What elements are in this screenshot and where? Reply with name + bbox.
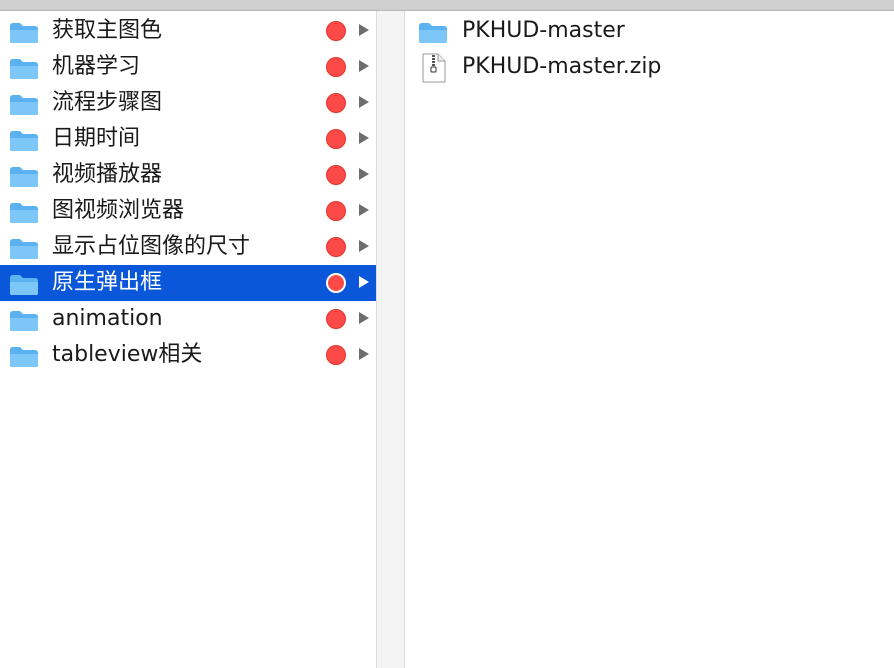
red-tag-dot: [326, 21, 346, 41]
zip-file-icon: [422, 53, 446, 83]
folder-name: 流程步骤图: [52, 90, 163, 115]
folder-icon: [10, 23, 38, 43]
red-tag-dot: [326, 309, 346, 329]
folder-row[interactable]: 机器学习: [0, 49, 376, 85]
disclosure-arrow-icon: [359, 312, 369, 324]
folder-row-selected[interactable]: 原生弹出框: [0, 265, 376, 301]
folder-name: tableview相关: [52, 342, 203, 367]
column-resize-handle[interactable]: [376, 11, 405, 668]
folder-icon: [10, 95, 38, 115]
disclosure-arrow-icon: [359, 132, 369, 144]
disclosure-arrow-icon: [359, 24, 369, 36]
folder-name: 日期时间: [52, 126, 141, 151]
folder-row[interactable]: 图视频浏览器: [0, 193, 376, 229]
folder-row[interactable]: tableview相关: [0, 337, 376, 373]
folder-icon: [10, 131, 38, 151]
folder-name: animation: [52, 306, 163, 331]
red-tag-dot: [326, 57, 346, 77]
folder-icon: [10, 275, 38, 295]
folder-row[interactable]: animation: [0, 301, 376, 337]
finder-column-1[interactable]: 获取主图色 机器学习 流程步骤图 日期时间 视频播放器 图视频浏览器 显示占位图…: [0, 11, 376, 668]
folder-name: 获取主图色: [52, 18, 163, 43]
folder-row[interactable]: 显示占位图像的尺寸: [0, 229, 376, 265]
folder-icon: [10, 239, 38, 259]
folder-name: 显示占位图像的尺寸: [52, 234, 251, 259]
disclosure-arrow-icon: [359, 276, 369, 288]
folder-name: PKHUD-master: [462, 18, 625, 43]
folder-row[interactable]: 流程步骤图: [0, 85, 376, 121]
folder-name: 机器学习: [52, 54, 141, 79]
file-row[interactable]: PKHUD-master.zip: [405, 49, 894, 85]
folder-icon: [10, 311, 38, 331]
folder-row[interactable]: 视频播放器: [0, 157, 376, 193]
folder-icon: [10, 347, 38, 367]
finder-column-2[interactable]: PKHUD-master PKHUD-master.zip: [405, 11, 894, 668]
disclosure-arrow-icon: [359, 348, 369, 360]
folder-row[interactable]: 获取主图色: [0, 13, 376, 49]
red-tag-dot: [326, 165, 346, 185]
folder-icon: [10, 59, 38, 79]
disclosure-arrow-icon: [359, 204, 369, 216]
red-tag-dot: [326, 345, 346, 365]
window-top-bar: [0, 0, 894, 11]
red-tag-dot: [326, 129, 346, 149]
folder-name: 原生弹出框: [52, 270, 163, 295]
disclosure-arrow-icon: [359, 96, 369, 108]
disclosure-arrow-icon: [359, 168, 369, 180]
red-tag-dot: [326, 273, 346, 293]
folder-icon: [10, 203, 38, 223]
folder-row[interactable]: 日期时间: [0, 121, 376, 157]
file-name: PKHUD-master.zip: [462, 54, 662, 79]
red-tag-dot: [326, 93, 346, 113]
folder-name: 视频播放器: [52, 162, 163, 187]
red-tag-dot: [326, 237, 346, 257]
disclosure-arrow-icon: [359, 240, 369, 252]
red-tag-dot: [326, 201, 346, 221]
disclosure-arrow-icon: [359, 60, 369, 72]
folder-row[interactable]: PKHUD-master: [405, 13, 894, 49]
folder-icon: [10, 167, 38, 187]
folder-name: 图视频浏览器: [52, 198, 185, 223]
folder-icon: [419, 23, 447, 43]
